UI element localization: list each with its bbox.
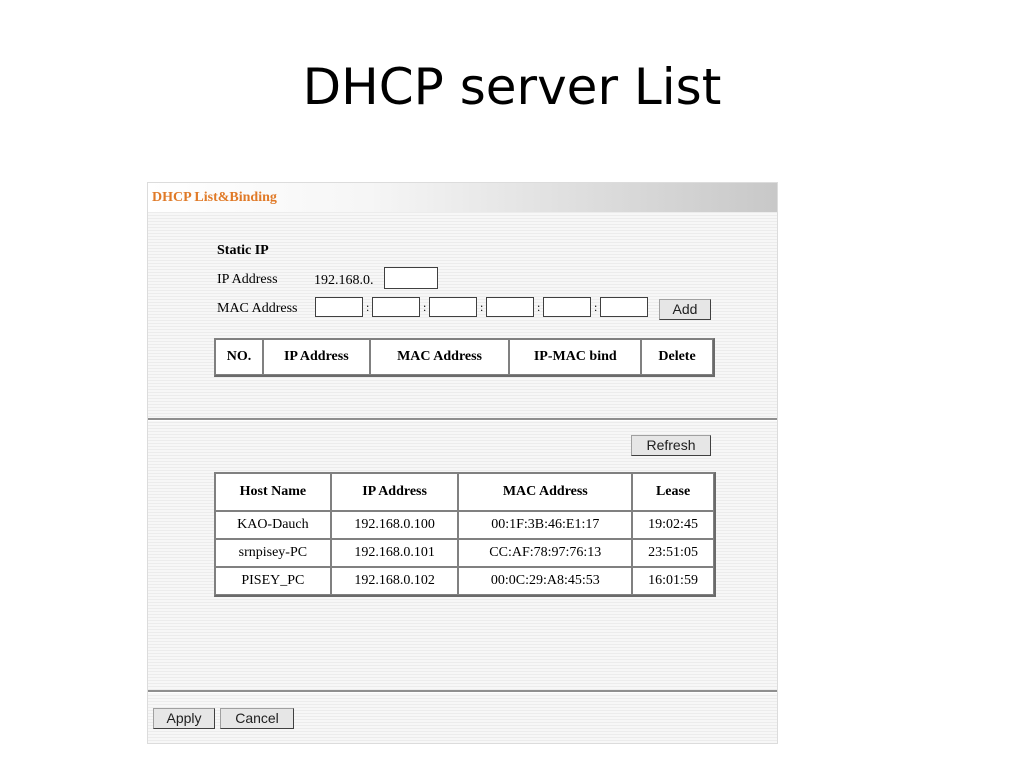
lease-cell: 16:01:59	[632, 567, 714, 595]
column-header-ip-address: IP Address	[330, 473, 459, 511]
ip-prefix: 192.168.0.	[314, 273, 374, 288]
column-header-delete: Delete	[641, 339, 713, 375]
mac-octet-2-input[interactable]	[372, 297, 420, 317]
dhcp-clients-table: Host Name IP Address MAC Address Lease K…	[214, 472, 716, 597]
panel-header: DHCP List&Binding	[148, 183, 777, 212]
footer-divider	[148, 690, 777, 693]
binding-table: NO. IP Address MAC Address IP-MAC bind D…	[214, 338, 715, 377]
table-row: KAO-Dauch 192.168.0.100 00:1F:3B:46:E1:1…	[215, 511, 714, 539]
apply-button[interactable]: Apply	[153, 708, 215, 729]
mac-separator: :	[366, 300, 370, 314]
mac-octet-3-input[interactable]	[429, 297, 477, 317]
cancel-button[interactable]: Cancel	[220, 708, 294, 729]
mac-separator: :	[423, 300, 427, 314]
mac-octet-6-input[interactable]	[600, 297, 648, 317]
host-name-cell: KAO-Dauch	[215, 511, 331, 539]
lease-cell: 19:02:45	[632, 511, 714, 539]
add-button[interactable]: Add	[659, 299, 711, 320]
ip-last-octet-input[interactable]	[384, 267, 438, 289]
mac-separator: :	[537, 300, 541, 314]
mac-address-cell: CC:AF:78:97:76:13	[458, 539, 633, 567]
column-header-mac-address: MAC Address	[369, 339, 510, 375]
column-header-ip-address: IP Address	[262, 339, 370, 375]
mac-separator: :	[480, 300, 484, 314]
panel-title: DHCP List&Binding	[152, 190, 277, 205]
ip-address-cell: 192.168.0.102	[330, 567, 459, 595]
table-row: PISEY_PC 192.168.0.102 00:0C:29:A8:45:53…	[215, 567, 714, 595]
ip-address-label: IP Address	[217, 272, 278, 287]
mac-octet-5-input[interactable]	[543, 297, 591, 317]
section-divider	[148, 418, 777, 421]
host-name-cell: PISEY_PC	[215, 567, 331, 595]
column-header-mac-address: MAC Address	[458, 473, 633, 511]
table-row: srnpisey-PC 192.168.0.101 CC:AF:78:97:76…	[215, 539, 714, 567]
mac-separator: :	[594, 300, 598, 314]
ip-address-cell: 192.168.0.100	[330, 511, 459, 539]
lease-cell: 23:51:05	[632, 539, 714, 567]
dhcp-panel: DHCP List&Binding Static IP IP Address 1…	[147, 182, 778, 744]
slide-title: DHCP server List	[302, 58, 722, 116]
column-header-no: NO.	[215, 339, 263, 375]
column-header-lease: Lease	[632, 473, 714, 511]
static-ip-heading: Static IP	[217, 243, 269, 258]
ip-address-cell: 192.168.0.101	[330, 539, 459, 567]
mac-address-cell: 00:1F:3B:46:E1:17	[458, 511, 633, 539]
column-header-host-name: Host Name	[215, 473, 331, 511]
mac-octet-1-input[interactable]	[315, 297, 363, 317]
mac-address-cell: 00:0C:29:A8:45:53	[458, 567, 633, 595]
mac-address-label: MAC Address	[217, 301, 298, 316]
column-header-ip-mac-bind: IP-MAC bind	[509, 339, 642, 375]
mac-octet-4-input[interactable]	[486, 297, 534, 317]
refresh-button[interactable]: Refresh	[631, 435, 711, 456]
host-name-cell: srnpisey-PC	[215, 539, 331, 567]
